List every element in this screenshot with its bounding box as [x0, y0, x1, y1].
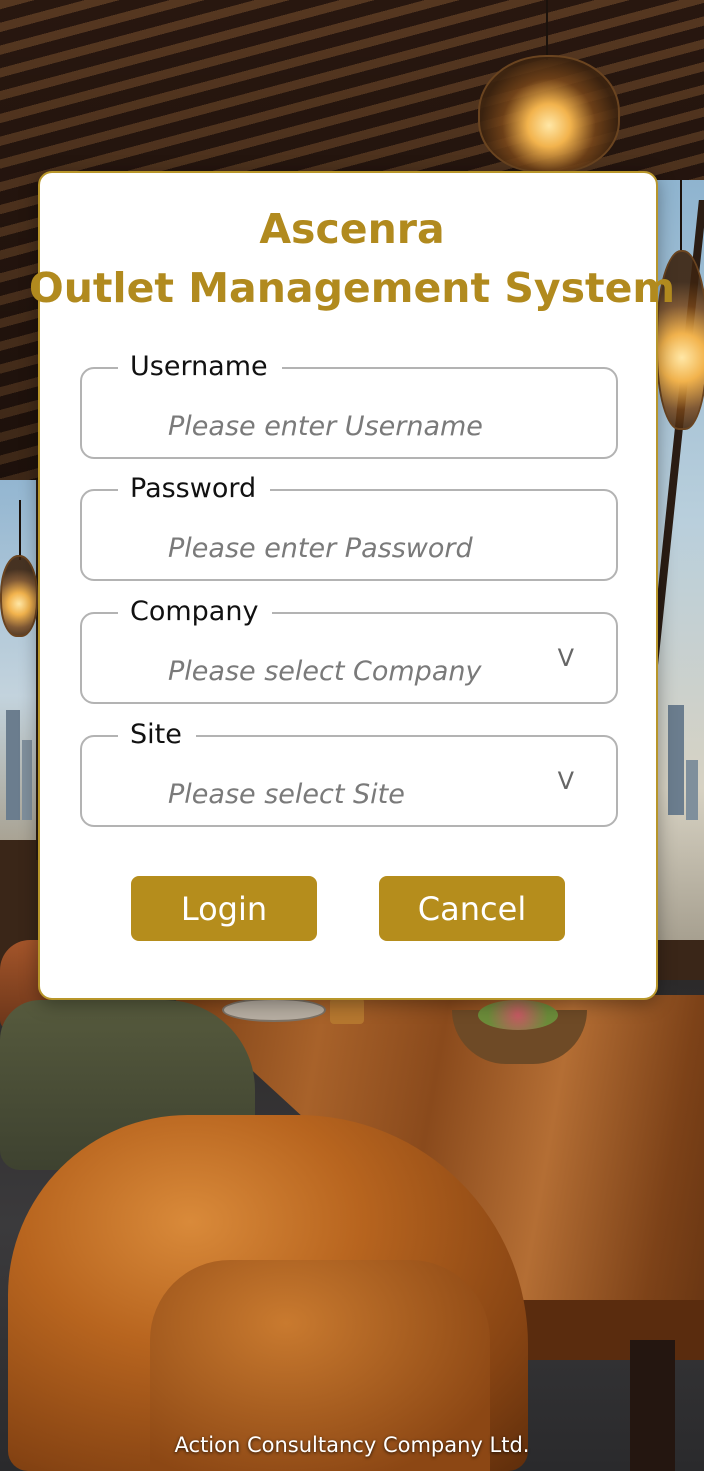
password-placeholder: Please enter Password [168, 533, 473, 564]
password-field[interactable]: Password Please enter Password [80, 469, 618, 581]
chevron-down-icon[interactable]: V [558, 644, 574, 672]
lamp-wire [546, 0, 548, 60]
company-placeholder: Please select Company [168, 656, 482, 687]
chevron-down-icon[interactable]: V [558, 767, 574, 795]
company-label: Company [118, 592, 273, 632]
site-label: Site [118, 715, 196, 755]
cancel-button[interactable]: Cancel [379, 876, 565, 941]
site-select[interactable]: Site Please select Site V [80, 715, 618, 827]
username-field[interactable]: Username Please enter Username [80, 347, 618, 459]
glass [330, 998, 364, 1024]
city-tower [6, 710, 20, 820]
company-select[interactable]: Company Please select Company V [80, 592, 618, 704]
city-tower [22, 740, 32, 820]
login-button[interactable]: Login [131, 876, 317, 941]
lamp-wire [19, 500, 21, 560]
plate [222, 998, 326, 1022]
city-tower [686, 760, 698, 820]
city-tower [668, 705, 684, 815]
app-subtitle: Outlet Management System [28, 264, 676, 312]
username-placeholder: Please enter Username [168, 411, 483, 442]
app-title: Ascenra [259, 205, 445, 253]
username-label: Username [118, 347, 282, 387]
site-placeholder: Please select Site [168, 779, 405, 810]
pendant-lamp [478, 55, 620, 173]
bowl-food [478, 1000, 558, 1030]
password-label: Password [118, 469, 271, 509]
footer-company-name: Action Consultancy Company Ltd. [174, 1433, 530, 1457]
pendant-lamp [0, 555, 38, 637]
